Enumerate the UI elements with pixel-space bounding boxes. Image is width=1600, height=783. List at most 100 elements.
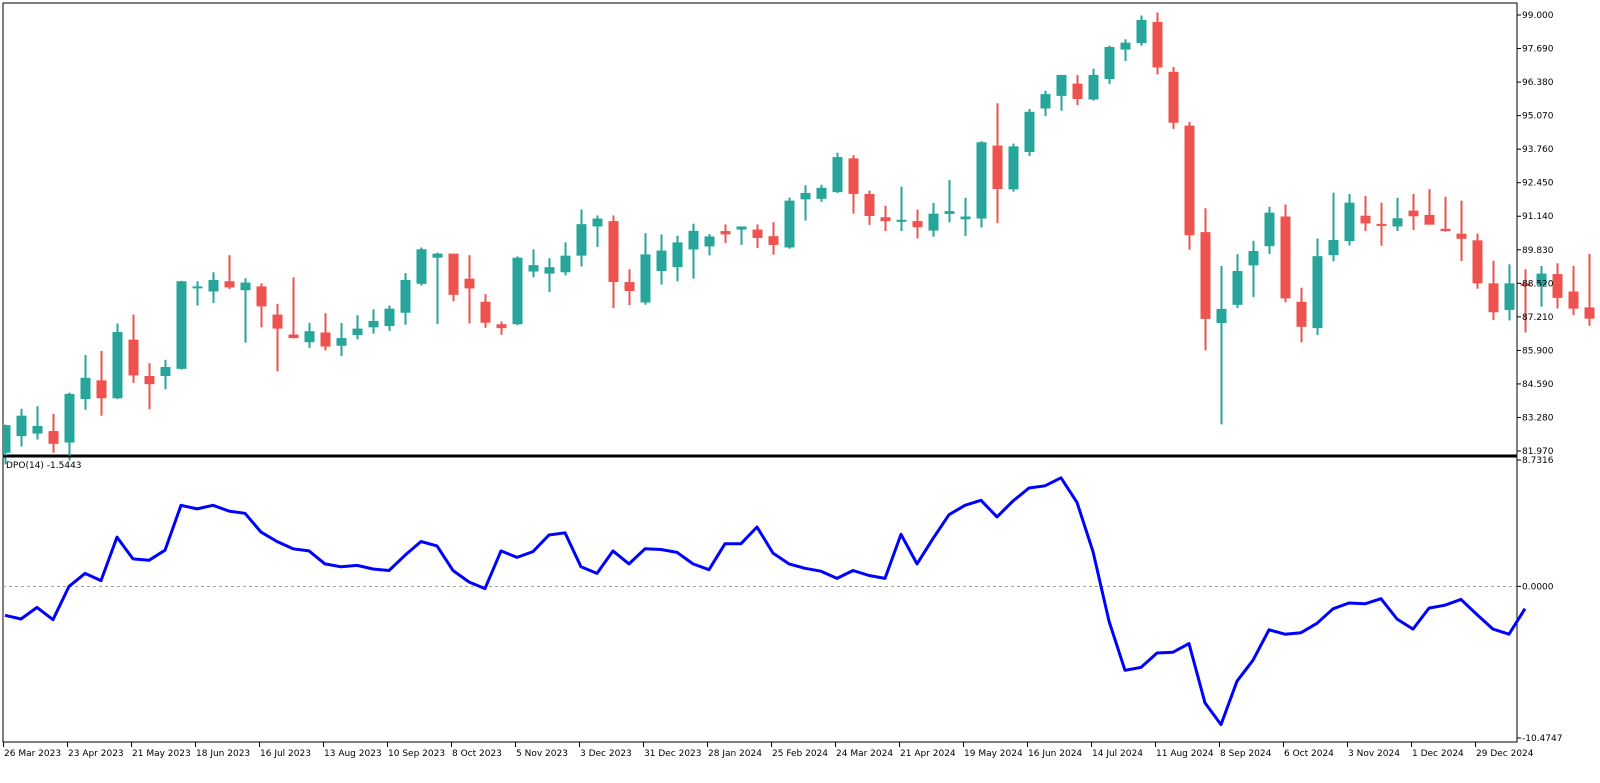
bearish-candle[interactable] xyxy=(1585,254,1595,326)
bullish-candle[interactable] xyxy=(1249,241,1259,297)
bearish-candle[interactable] xyxy=(1281,204,1291,302)
bullish-candle[interactable] xyxy=(1089,69,1099,101)
bearish-candle[interactable] xyxy=(1457,201,1467,261)
bullish-candle[interactable] xyxy=(209,272,219,303)
bullish-candle[interactable] xyxy=(1345,194,1355,245)
bullish-candle[interactable] xyxy=(305,323,315,348)
bullish-candle[interactable] xyxy=(337,323,347,356)
bearish-candle[interactable] xyxy=(753,224,763,248)
dpo-axis[interactable]: 8.73160.0000-10.4747 xyxy=(1517,456,1562,744)
bullish-candle[interactable] xyxy=(1041,91,1051,116)
bearish-candle[interactable] xyxy=(1201,208,1211,350)
bullish-candle[interactable] xyxy=(833,153,843,193)
bullish-candle[interactable] xyxy=(33,406,43,439)
bearish-candle[interactable] xyxy=(465,255,475,323)
bullish-candle[interactable] xyxy=(737,226,747,244)
bullish-candle[interactable] xyxy=(1009,144,1019,192)
bearish-candle[interactable] xyxy=(481,294,491,328)
bearish-candle[interactable] xyxy=(1377,203,1387,246)
bearish-candle[interactable] xyxy=(273,304,283,372)
bullish-candle[interactable] xyxy=(673,236,683,282)
bullish-candle[interactable] xyxy=(1137,16,1147,46)
bullish-candle[interactable] xyxy=(4,425,11,465)
dpo-pane[interactable] xyxy=(3,456,1525,742)
bearish-candle[interactable] xyxy=(721,224,731,243)
bearish-candle[interactable] xyxy=(865,191,875,225)
bearish-candle[interactable] xyxy=(497,321,507,334)
bullish-candle[interactable] xyxy=(929,203,939,237)
bullish-candle[interactable] xyxy=(1105,46,1115,84)
bearish-candle[interactable] xyxy=(1361,196,1371,231)
bullish-candle[interactable] xyxy=(977,141,987,227)
bullish-candle[interactable] xyxy=(417,247,427,285)
bullish-candle[interactable] xyxy=(689,224,699,279)
bullish-candle[interactable] xyxy=(705,234,715,255)
bearish-candle[interactable] xyxy=(129,315,139,383)
dpo-line[interactable] xyxy=(5,478,1525,725)
bullish-candle[interactable] xyxy=(369,309,379,333)
bearish-candle[interactable] xyxy=(1473,234,1483,289)
bearish-candle[interactable] xyxy=(993,103,1003,223)
bullish-candle[interactable] xyxy=(1505,264,1515,320)
bullish-candle[interactable] xyxy=(945,180,955,222)
bullish-candle[interactable] xyxy=(545,258,555,292)
bullish-candle[interactable] xyxy=(17,409,27,447)
bearish-candle[interactable] xyxy=(849,155,859,214)
bearish-candle[interactable] xyxy=(609,215,619,308)
bearish-candle[interactable] xyxy=(225,255,235,289)
bullish-candle[interactable] xyxy=(817,185,827,202)
bearish-candle[interactable] xyxy=(257,283,267,327)
bullish-candle[interactable] xyxy=(113,324,123,400)
bullish-candle[interactable] xyxy=(385,306,395,331)
bullish-candle[interactable] xyxy=(657,234,667,284)
bullish-candle[interactable] xyxy=(1393,198,1403,231)
bearish-candle[interactable] xyxy=(1185,122,1195,250)
bullish-candle[interactable] xyxy=(81,355,91,410)
bullish-candle[interactable] xyxy=(353,315,363,339)
bullish-candle[interactable] xyxy=(241,278,251,343)
bearish-candle[interactable] xyxy=(1441,197,1451,232)
bullish-candle[interactable] xyxy=(529,249,539,277)
bearish-candle[interactable] xyxy=(913,210,923,239)
bearish-candle[interactable] xyxy=(769,222,779,255)
price-pane[interactable] xyxy=(3,3,1600,464)
bearish-candle[interactable] xyxy=(881,206,891,231)
bearish-candle[interactable] xyxy=(1425,189,1435,225)
bearish-candle[interactable] xyxy=(1169,67,1179,129)
time-axis[interactable]: 26 Mar 202323 Apr 202321 May 202318 Jun … xyxy=(4,742,1534,759)
bullish-candle[interactable] xyxy=(1121,39,1131,61)
bullish-candle[interactable] xyxy=(1329,193,1339,262)
bearish-candle[interactable] xyxy=(1297,288,1307,343)
bullish-candle[interactable] xyxy=(1265,207,1275,254)
bullish-candle[interactable] xyxy=(593,215,603,246)
bullish-candle[interactable] xyxy=(801,185,811,220)
bullish-candle[interactable] xyxy=(65,393,75,461)
bullish-candle[interactable] xyxy=(561,242,571,275)
bullish-candle[interactable] xyxy=(1217,266,1227,424)
bullish-candle[interactable] xyxy=(897,187,907,232)
bullish-candle[interactable] xyxy=(577,210,587,267)
bearish-candle[interactable] xyxy=(1409,194,1419,230)
bullish-candle[interactable] xyxy=(177,281,187,370)
bullish-candle[interactable] xyxy=(161,360,171,389)
bullish-candle[interactable] xyxy=(433,253,443,324)
bullish-candle[interactable] xyxy=(401,273,411,325)
bearish-candle[interactable] xyxy=(289,277,299,338)
bullish-candle[interactable] xyxy=(513,256,523,325)
chart-canvas[interactable]: 99.00097.69096.38095.07093.76092.45091.1… xyxy=(0,0,1600,780)
bullish-candle[interactable] xyxy=(641,233,651,305)
bearish-candle[interactable] xyxy=(1489,261,1499,320)
bearish-candle[interactable] xyxy=(321,313,331,350)
bearish-candle[interactable] xyxy=(49,414,59,453)
price-axis[interactable]: 99.00097.69096.38095.07093.76092.45091.1… xyxy=(1517,11,1554,457)
bullish-candle[interactable] xyxy=(1313,239,1323,336)
bearish-candle[interactable] xyxy=(1569,266,1579,315)
bearish-candle[interactable] xyxy=(625,269,635,305)
bullish-candle[interactable] xyxy=(193,281,203,305)
bearish-candle[interactable] xyxy=(145,363,155,409)
bullish-candle[interactable] xyxy=(1057,75,1067,111)
bullish-candle[interactable] xyxy=(1233,254,1243,308)
bullish-candle[interactable] xyxy=(1025,109,1035,156)
bearish-candle[interactable] xyxy=(1073,75,1083,105)
bearish-candle[interactable] xyxy=(1153,12,1163,74)
